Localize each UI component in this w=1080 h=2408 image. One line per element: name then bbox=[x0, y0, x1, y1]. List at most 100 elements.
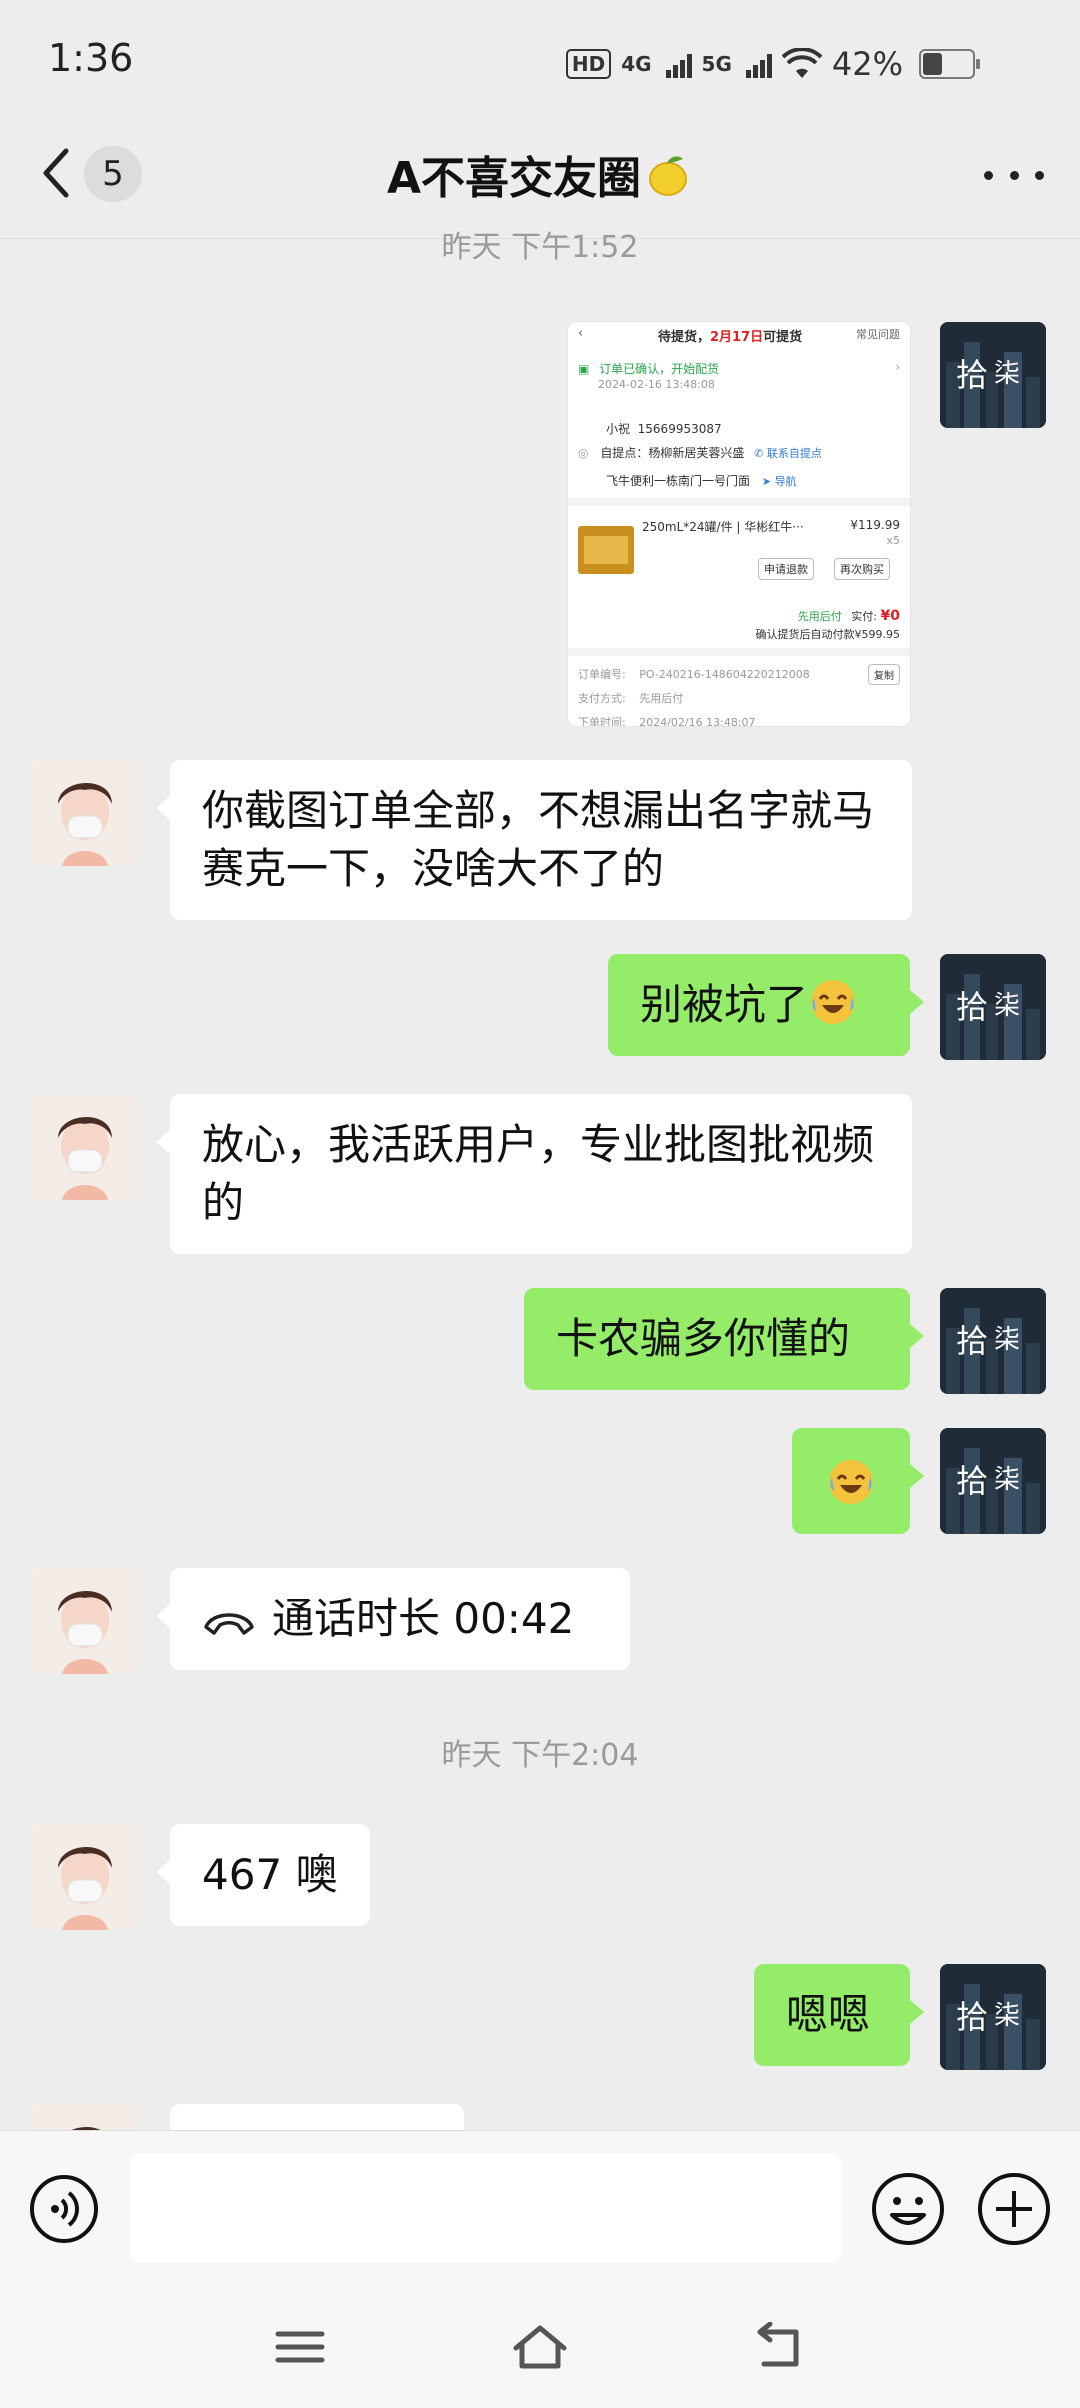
shot-navigate: ➤ 导航 bbox=[761, 475, 797, 488]
input-bar bbox=[0, 2130, 1080, 2287]
shot-order-no-label: 订单编号: bbox=[578, 668, 626, 681]
shot-qty: x5 bbox=[886, 534, 900, 547]
message-bubble-sent[interactable]: 嗯嗯 bbox=[754, 1964, 924, 2066]
chevron-left-icon: ‹ bbox=[578, 326, 584, 341]
shot-price: ¥119.99 bbox=[850, 518, 900, 532]
person-avatar-image bbox=[32, 1568, 138, 1674]
message-input[interactable] bbox=[130, 2153, 842, 2263]
lemon-icon bbox=[649, 156, 688, 196]
laugh-cry-emoji-icon bbox=[829, 1460, 873, 1504]
plus-icon[interactable] bbox=[976, 2171, 1052, 2247]
my-avatar[interactable]: 拾柒 bbox=[940, 1428, 1046, 1534]
svg-text:拾: 拾 bbox=[956, 1322, 988, 1360]
message-bubble-received[interactable]: 467 噢 bbox=[156, 1824, 370, 1926]
city-avatar-image: 拾柒 bbox=[940, 954, 1046, 1060]
back-nav-icon[interactable] bbox=[750, 2322, 810, 2372]
person-avatar-image bbox=[32, 1094, 138, 1200]
svg-text:柒: 柒 bbox=[994, 359, 1020, 389]
location-pin-icon: ◎ bbox=[578, 446, 589, 460]
menu-icon[interactable] bbox=[270, 2322, 330, 2372]
svg-text:拾: 拾 bbox=[956, 988, 988, 1026]
call-record-bubble[interactable]: 通话时长 00:42 bbox=[156, 1568, 630, 1670]
shot-order-time: 2024/02/16 13:48:07 bbox=[639, 716, 756, 726]
shot-status-time: 2024-02-16 13:48:08 bbox=[598, 378, 715, 391]
shot-status: 订单已确认，开始配货 bbox=[599, 362, 720, 376]
person-avatar-image bbox=[32, 760, 138, 866]
emoji-icon[interactable] bbox=[870, 2171, 946, 2247]
call-duration: 通话时长 00:42 bbox=[272, 1594, 575, 1643]
svg-text:柒: 柒 bbox=[994, 991, 1020, 1021]
city-avatar-image: 拾柒 bbox=[940, 1964, 1046, 2070]
my-avatar[interactable]: 拾柒 bbox=[940, 954, 1046, 1060]
calendar-icon: ▣ bbox=[578, 362, 590, 376]
5g-label: 5G bbox=[701, 52, 732, 76]
phone-icon bbox=[204, 1613, 254, 1635]
signal-icon bbox=[665, 50, 692, 78]
shot-paid-amount: ¥0 bbox=[880, 608, 900, 624]
contact-avatar[interactable] bbox=[32, 1568, 138, 1674]
shot-rebuy-button: 再次购买 bbox=[834, 558, 890, 580]
city-avatar-image: 拾柒 bbox=[940, 1288, 1046, 1394]
shot-top-title: 待提货，2月17日可提货 bbox=[658, 330, 803, 345]
shot-pay-method-label: 支付方式: bbox=[578, 692, 626, 705]
timestamp-top: 昨天 下午1:52 bbox=[441, 230, 639, 265]
battery-percent: 42% bbox=[831, 45, 903, 83]
contact-avatar[interactable] bbox=[32, 2104, 138, 2130]
shot-pickup: 自提点：杨柳新居芙蓉兴盛 bbox=[600, 446, 745, 460]
shot-paid-label: 实付: bbox=[851, 610, 878, 623]
message-bubble-sent[interactable]: 卡农骗多你懂的 bbox=[524, 1288, 924, 1390]
shot-address: 飞牛便利一栋南门一号门面 bbox=[606, 474, 751, 488]
svg-text:拾: 拾 bbox=[956, 1998, 988, 2036]
svg-text:柒: 柒 bbox=[994, 1325, 1020, 1355]
svg-text:拾: 拾 bbox=[956, 356, 988, 394]
city-avatar-image: 拾柒 bbox=[940, 1428, 1046, 1534]
shot-pickup-contact: ✆ 联系自提点 bbox=[754, 447, 822, 460]
my-avatar[interactable]: 拾柒 bbox=[940, 1964, 1046, 2070]
message-bubble-received-partial[interactable] bbox=[170, 2104, 464, 2130]
battery-icon bbox=[919, 49, 980, 79]
person-avatar-image bbox=[32, 1824, 138, 1930]
timestamp: 昨天 下午2:04 bbox=[441, 1738, 639, 1773]
contact-avatar[interactable] bbox=[32, 1094, 138, 1200]
shot-help: 常见问题 bbox=[856, 328, 900, 341]
shot-pay-later: 先用后付 bbox=[797, 610, 842, 623]
system-navigation-bar bbox=[0, 2286, 1080, 2408]
svg-text:拾: 拾 bbox=[956, 1462, 988, 1500]
chevron-right-icon: › bbox=[895, 360, 900, 374]
voice-icon[interactable] bbox=[28, 2173, 100, 2245]
my-avatar[interactable]: 拾柒 bbox=[940, 322, 1046, 428]
shot-order-time-label: 下单时间: bbox=[578, 716, 626, 726]
city-avatar-image: 拾柒 bbox=[940, 322, 1046, 428]
hd-icon: HD bbox=[565, 49, 612, 79]
message-text: 别被坑了 bbox=[640, 980, 809, 1029]
svg-text:柒: 柒 bbox=[994, 2001, 1020, 2031]
shot-copy-button: 复制 bbox=[868, 664, 900, 685]
shot-auto-pay: 确认提货后自动付款¥599.95 bbox=[755, 628, 901, 641]
shot-order-no: PO-240216-148604220212008 bbox=[639, 668, 810, 681]
signal-icon bbox=[745, 50, 772, 78]
laugh-cry-emoji-icon bbox=[811, 980, 856, 1024]
contact-avatar[interactable] bbox=[32, 1824, 138, 1930]
person-avatar-image bbox=[32, 2104, 138, 2130]
svg-text:柒: 柒 bbox=[994, 1465, 1020, 1495]
4g-label: 4G bbox=[621, 52, 652, 76]
wifi-icon bbox=[781, 48, 822, 78]
message-bubble-sent[interactable]: 别被坑了 bbox=[608, 954, 924, 1056]
shot-product: 250mL*24罐/件 | 华彬红牛··· bbox=[642, 520, 804, 534]
shot-pay-method: 先用后付 bbox=[639, 692, 684, 705]
my-avatar[interactable]: 拾柒 bbox=[940, 1288, 1046, 1394]
shot-contact: 小祝 15669953087 bbox=[606, 422, 722, 436]
contact-avatar[interactable] bbox=[32, 760, 138, 866]
order-screenshot-image[interactable]: ‹ 待提货，2月17日可提货 常见问题 ▣ 订单已确认，开始配货 › 2024-… bbox=[568, 322, 910, 726]
home-icon[interactable] bbox=[510, 2322, 570, 2372]
message-bubble-received[interactable]: 放心，我活跃用户，专业批图批视频的 bbox=[156, 1094, 912, 1254]
message-bubble-received[interactable]: 你截图订单全部，不想漏出名字就马赛克一下，没啥大不了的 bbox=[156, 760, 912, 920]
shot-refund-button: 申请退款 bbox=[758, 558, 814, 580]
message-bubble-sent[interactable] bbox=[792, 1428, 924, 1534]
more-dots-icon[interactable] bbox=[984, 160, 1044, 190]
chat-title: A不喜交友圈 bbox=[0, 142, 1080, 206]
status-time: 1:36 bbox=[48, 36, 134, 80]
status-bar: 1:36 HD 4G 5G 42% bbox=[0, 0, 1080, 130]
chat-title-text: A不喜交友圈 bbox=[386, 153, 642, 204]
product-thumbnail bbox=[578, 526, 634, 574]
